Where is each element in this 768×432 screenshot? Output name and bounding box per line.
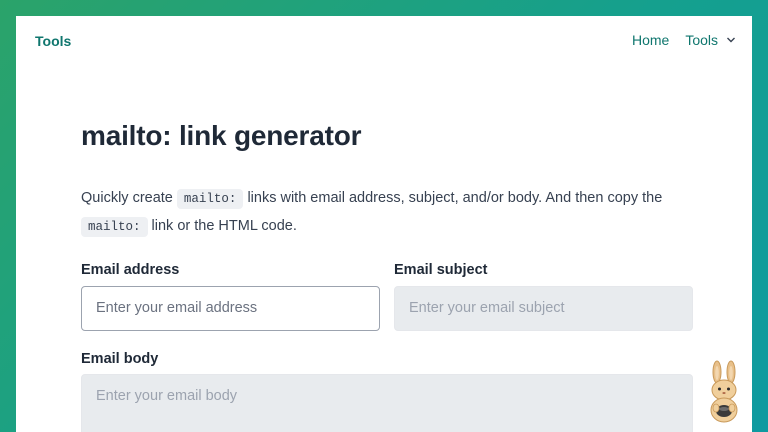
rabbit-mascot-icon: [710, 360, 738, 423]
top-nav: Home Tools: [632, 32, 736, 48]
page-title: mailto: link generator: [81, 120, 362, 151]
email-address-placeholder: Enter your email address: [96, 300, 258, 316]
nav-tools-label: Tools: [685, 32, 718, 48]
browser-window: Tools Home Tools mailto: link generator …: [16, 16, 752, 432]
nav-home-link[interactable]: Home: [632, 32, 669, 48]
chevron-down-icon: [727, 37, 735, 43]
intro-part-1: Quickly create: [81, 190, 177, 206]
email-address-label: Email address: [81, 262, 180, 278]
email-body-textarea[interactable]: Enter your email body: [81, 374, 693, 432]
email-subject-input[interactable]: Enter your email subject: [394, 286, 693, 331]
inline-code-mailto: mailto:: [81, 217, 148, 237]
email-body-placeholder: Enter your email body: [96, 388, 238, 404]
intro-part-2: links with email address, subject, and/o…: [243, 190, 663, 206]
email-subject-placeholder: Enter your email subject: [409, 300, 565, 316]
site-brand-link[interactable]: Tools: [35, 33, 71, 49]
email-address-input[interactable]: Enter your email address: [81, 286, 380, 331]
intro-text: Quickly create mailto: links with email …: [81, 185, 691, 241]
intro-part-3: link or the HTML code.: [147, 218, 297, 234]
nav-tools-dropdown[interactable]: Tools: [685, 32, 736, 48]
email-body-label: Email body: [81, 351, 159, 367]
email-subject-label: Email subject: [394, 262, 488, 278]
inline-code-mailto: mailto:: [176, 189, 244, 209]
